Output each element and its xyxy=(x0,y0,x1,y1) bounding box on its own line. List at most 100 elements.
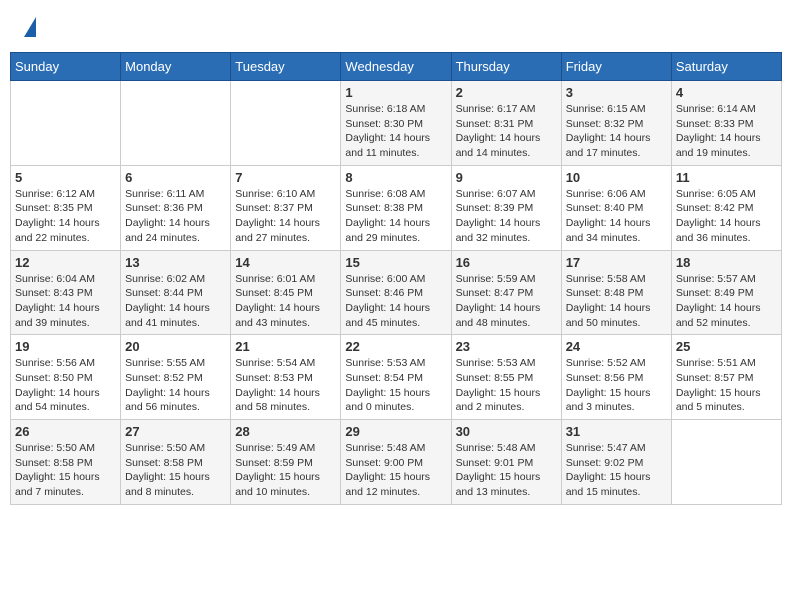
day-number: 30 xyxy=(456,424,557,439)
calendar-cell: 9Sunrise: 6:07 AMSunset: 8:39 PMDaylight… xyxy=(451,165,561,250)
calendar-cell: 12 Sunrise: 6:04 AMSunset: 8:43 PMDayligh… xyxy=(11,250,121,335)
day-number: 24 xyxy=(566,339,667,354)
day-info: Sunrise: 5:51 AMSunset: 8:57 PMDaylight:… xyxy=(676,356,777,415)
day-number: 22 xyxy=(345,339,446,354)
calendar-cell: 8 Sunrise: 6:08 AMSunset: 8:38 PMDaylight… xyxy=(341,165,451,250)
calendar-week-row: 12 Sunrise: 6:04 AMSunset: 8:43 PMDayligh… xyxy=(11,250,782,335)
day-number: 31 xyxy=(566,424,667,439)
calendar-cell: 3 Sunrise: 6:15 AMSunset: 8:32 PMDaylight… xyxy=(561,81,671,166)
day-number: 29 xyxy=(345,424,446,439)
day-number: 21 xyxy=(235,339,336,354)
calendar-cell: 20 Sunrise: 5:55 AMSunset: 8:52 PMDayligh… xyxy=(121,335,231,420)
calendar-cell: 2 Sunrise: 6:17 AMSunset: 8:31 PMDaylight… xyxy=(451,81,561,166)
day-info: Sunrise: 6:12 AMSunset: 8:35 PMDaylight:… xyxy=(15,187,116,246)
day-number: 1 xyxy=(345,85,446,100)
day-number: 4 xyxy=(676,85,777,100)
day-info: Sunrise: 6:14 AMSunset: 8:33 PMDaylight:… xyxy=(676,102,777,161)
day-number: 10 xyxy=(566,170,667,185)
day-info: Sunrise: 6:08 AMSunset: 8:38 PMDaylight:… xyxy=(345,187,446,246)
day-number: 17 xyxy=(566,255,667,270)
day-number: 6 xyxy=(125,170,226,185)
day-number: 7 xyxy=(235,170,336,185)
day-info: Sunrise: 6:06 AMSunset: 8:40 PMDaylight:… xyxy=(566,187,667,246)
day-info: Sunrise: 6:02 AMSunset: 8:44 PMDaylight:… xyxy=(125,272,226,331)
day-number: 20 xyxy=(125,339,226,354)
day-number: 12 xyxy=(15,255,116,270)
calendar-cell xyxy=(121,81,231,166)
calendar-cell: 28 Sunrise: 5:49 AMSunset: 8:59 PMDayligh… xyxy=(231,420,341,505)
calendar-cell: 24 Sunrise: 5:52 AMSunset: 8:56 PMDayligh… xyxy=(561,335,671,420)
calendar-cell: 31Sunrise: 5:47 AMSunset: 9:02 PMDayligh… xyxy=(561,420,671,505)
day-number: 3 xyxy=(566,85,667,100)
day-number: 28 xyxy=(235,424,336,439)
day-number: 15 xyxy=(345,255,446,270)
day-info: Sunrise: 6:10 AMSunset: 8:37 PMDaylight:… xyxy=(235,187,336,246)
day-info: Sunrise: 5:50 AMSunset: 8:58 PMDaylight:… xyxy=(15,441,116,500)
day-info: Sunrise: 5:49 AMSunset: 8:59 PMDaylight:… xyxy=(235,441,336,500)
calendar-cell: 27 Sunrise: 5:50 AMSunset: 8:58 PMDayligh… xyxy=(121,420,231,505)
calendar-cell: 11 Sunrise: 6:05 AMSunset: 8:42 PMDayligh… xyxy=(671,165,781,250)
day-number: 11 xyxy=(676,170,777,185)
calendar-cell: 5 Sunrise: 6:12 AMSunset: 8:35 PMDaylight… xyxy=(11,165,121,250)
day-number: 8 xyxy=(345,170,446,185)
day-info: Sunrise: 5:53 AMSunset: 8:55 PMDaylight:… xyxy=(456,356,557,415)
calendar-cell: 16Sunrise: 5:59 AMSunset: 8:47 PMDayligh… xyxy=(451,250,561,335)
column-header-wednesday: Wednesday xyxy=(341,53,451,81)
calendar-cell: 21 Sunrise: 5:54 AMSunset: 8:53 PMDayligh… xyxy=(231,335,341,420)
day-info: Sunrise: 5:56 AMSunset: 8:50 PMDaylight:… xyxy=(15,356,116,415)
day-info: Sunrise: 6:00 AMSunset: 8:46 PMDaylight:… xyxy=(345,272,446,331)
column-header-saturday: Saturday xyxy=(671,53,781,81)
column-header-friday: Friday xyxy=(561,53,671,81)
calendar-cell: 23 Sunrise: 5:53 AMSunset: 8:55 PMDayligh… xyxy=(451,335,561,420)
calendar-cell: 6 Sunrise: 6:11 AMSunset: 8:36 PMDaylight… xyxy=(121,165,231,250)
day-number: 2 xyxy=(456,85,557,100)
logo xyxy=(20,15,36,37)
day-info: Sunrise: 6:15 AMSunset: 8:32 PMDaylight:… xyxy=(566,102,667,161)
column-header-monday: Monday xyxy=(121,53,231,81)
column-header-tuesday: Tuesday xyxy=(231,53,341,81)
calendar-cell: 4 Sunrise: 6:14 AMSunset: 8:33 PMDaylight… xyxy=(671,81,781,166)
calendar-cell: 25 Sunrise: 5:51 AMSunset: 8:57 PMDayligh… xyxy=(671,335,781,420)
calendar-cell: 7 Sunrise: 6:10 AMSunset: 8:37 PMDaylight… xyxy=(231,165,341,250)
column-header-thursday: Thursday xyxy=(451,53,561,81)
calendar-cell: 10 Sunrise: 6:06 AMSunset: 8:40 PMDayligh… xyxy=(561,165,671,250)
day-info: Sunrise: 5:48 AMSunset: 9:00 PMDaylight:… xyxy=(345,441,446,500)
calendar-cell: 14Sunrise: 6:01 AMSunset: 8:45 PMDayligh… xyxy=(231,250,341,335)
day-number: 18 xyxy=(676,255,777,270)
calendar-cell: 15 Sunrise: 6:00 AMSunset: 8:46 PMDayligh… xyxy=(341,250,451,335)
day-number: 19 xyxy=(15,339,116,354)
calendar-cell: 18Sunrise: 5:57 AMSunset: 8:49 PMDayligh… xyxy=(671,250,781,335)
day-number: 25 xyxy=(676,339,777,354)
calendar-cell: 29 Sunrise: 5:48 AMSunset: 9:00 PMDayligh… xyxy=(341,420,451,505)
day-info: Sunrise: 6:17 AMSunset: 8:31 PMDaylight:… xyxy=(456,102,557,161)
day-number: 5 xyxy=(15,170,116,185)
calendar-week-row: 1Sunrise: 6:18 AMSunset: 8:30 PMDaylight… xyxy=(11,81,782,166)
day-info: Sunrise: 6:11 AMSunset: 8:36 PMDaylight:… xyxy=(125,187,226,246)
day-info: Sunrise: 5:55 AMSunset: 8:52 PMDaylight:… xyxy=(125,356,226,415)
day-info: Sunrise: 6:04 AMSunset: 8:43 PMDaylight:… xyxy=(15,272,116,331)
logo-triangle-icon xyxy=(24,17,36,37)
calendar-cell xyxy=(11,81,121,166)
day-number: 27 xyxy=(125,424,226,439)
day-number: 13 xyxy=(125,255,226,270)
day-info: Sunrise: 5:50 AMSunset: 8:58 PMDaylight:… xyxy=(125,441,226,500)
calendar-cell: 26Sunrise: 5:50 AMSunset: 8:58 PMDayligh… xyxy=(11,420,121,505)
day-info: Sunrise: 5:58 AMSunset: 8:48 PMDaylight:… xyxy=(566,272,667,331)
day-number: 14 xyxy=(235,255,336,270)
day-info: Sunrise: 6:05 AMSunset: 8:42 PMDaylight:… xyxy=(676,187,777,246)
calendar-cell: 17 Sunrise: 5:58 AMSunset: 8:48 PMDayligh… xyxy=(561,250,671,335)
day-info: Sunrise: 5:54 AMSunset: 8:53 PMDaylight:… xyxy=(235,356,336,415)
calendar-cell: 13 Sunrise: 6:02 AMSunset: 8:44 PMDayligh… xyxy=(121,250,231,335)
day-info: Sunrise: 5:52 AMSunset: 8:56 PMDaylight:… xyxy=(566,356,667,415)
day-info: Sunrise: 5:59 AMSunset: 8:47 PMDaylight:… xyxy=(456,272,557,331)
day-info: Sunrise: 5:53 AMSunset: 8:54 PMDaylight:… xyxy=(345,356,446,415)
calendar-table: SundayMondayTuesdayWednesdayThursdayFrid… xyxy=(10,52,782,505)
calendar-cell: 19 Sunrise: 5:56 AMSunset: 8:50 PMDayligh… xyxy=(11,335,121,420)
calendar-cell: 30 Sunrise: 5:48 AMSunset: 9:01 PMDayligh… xyxy=(451,420,561,505)
calendar-cell xyxy=(671,420,781,505)
calendar-cell: 1Sunrise: 6:18 AMSunset: 8:30 PMDaylight… xyxy=(341,81,451,166)
day-info: Sunrise: 5:48 AMSunset: 9:01 PMDaylight:… xyxy=(456,441,557,500)
page-header xyxy=(10,10,782,42)
day-number: 23 xyxy=(456,339,557,354)
calendar-week-row: 26Sunrise: 5:50 AMSunset: 8:58 PMDayligh… xyxy=(11,420,782,505)
